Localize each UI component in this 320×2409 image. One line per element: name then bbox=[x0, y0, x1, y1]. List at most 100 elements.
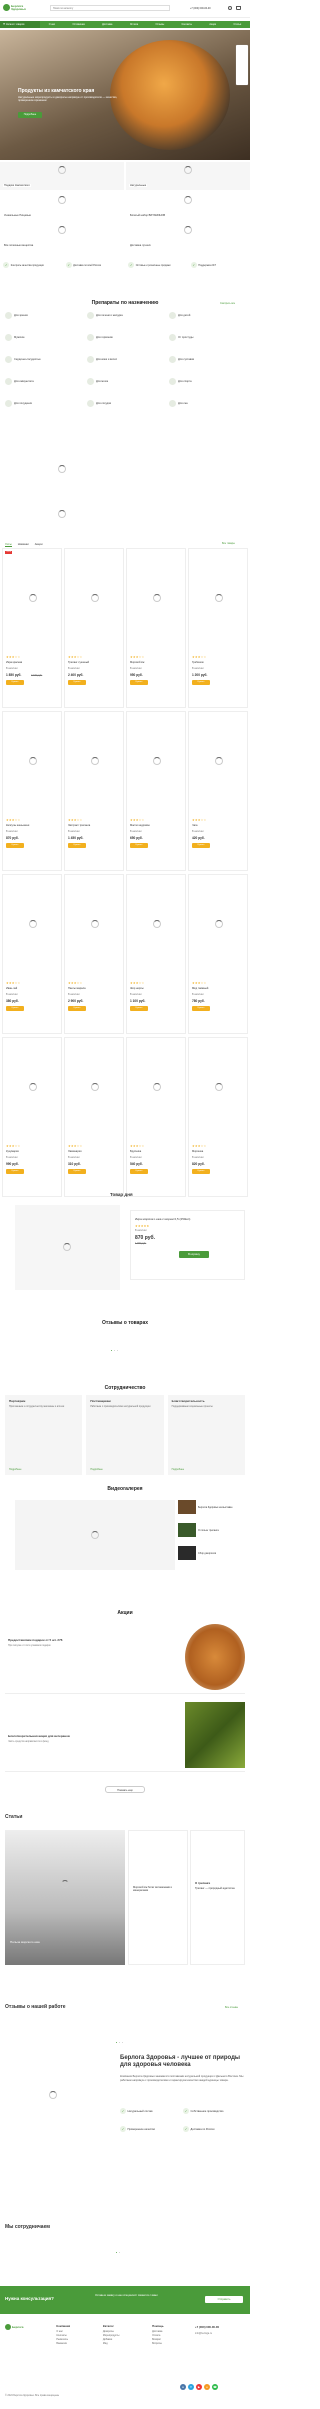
product-card[interactable]: ★★★☆☆ Мёд таёжный В наличии 780 руб. Купить bbox=[188, 874, 248, 1034]
product-name[interactable]: Мёд таёжный bbox=[192, 987, 246, 990]
video-item[interactable]: Берлога Здоровья на выставке bbox=[178, 1500, 243, 1514]
product-name[interactable]: Чага bbox=[192, 824, 246, 827]
day-cart-button[interactable]: В корзину bbox=[179, 1251, 209, 1258]
promo-card[interactable]: Доставка лучших bbox=[126, 222, 250, 250]
tab-sale[interactable]: Акции bbox=[35, 542, 43, 547]
product-card[interactable]: ★★★☆☆ Жир нерпы В наличии 1 100 руб. Купить bbox=[126, 874, 186, 1034]
add-to-cart-button[interactable]: Купить bbox=[68, 1169, 86, 1174]
nav-item[interactable]: Оплата bbox=[130, 23, 138, 26]
product-name[interactable]: Экстракт трепанга bbox=[68, 824, 122, 827]
product-card[interactable]: ★★★☆☆ Морской ёж В наличии 950 руб. Купить bbox=[126, 548, 186, 708]
product-card[interactable]: ★★★☆☆ Чага В наличии 420 руб. Купить bbox=[188, 711, 248, 871]
prep-item[interactable]: От простуды bbox=[169, 334, 193, 341]
video-main[interactable] bbox=[15, 1500, 175, 1570]
add-to-cart-button[interactable]: Купить bbox=[6, 1006, 24, 1011]
article-card[interactable]: Морской ёж богат витаминами и минералами bbox=[128, 1830, 188, 1965]
product-name[interactable]: Иван-чай bbox=[6, 987, 60, 990]
nav-item[interactable]: Контакты bbox=[182, 23, 192, 26]
product-name[interactable]: Гребешок bbox=[192, 661, 246, 664]
prep-item[interactable]: Для спорта bbox=[169, 378, 192, 385]
hero-button[interactable]: Подробнее bbox=[18, 112, 42, 118]
work-reviews-all[interactable]: Все отзывы bbox=[225, 2006, 238, 2009]
add-to-cart-button[interactable]: Купить bbox=[130, 680, 148, 685]
promo-card[interactable]: Подарки Камчатского bbox=[0, 162, 124, 190]
promo-card[interactable]: Все полезные вещества bbox=[0, 222, 124, 250]
user-icon[interactable] bbox=[228, 6, 232, 10]
coop-card-link[interactable]: Подробнее bbox=[172, 1468, 184, 1471]
promo-item[interactable]: Благотворительная акция для ветеранов Час… bbox=[5, 1698, 245, 1772]
prep-item[interactable]: Для сна bbox=[169, 400, 188, 407]
day-product-name[interactable]: Икра морского ежа с морем 0,5 (250мл) bbox=[135, 1217, 235, 1221]
side-widget[interactable] bbox=[236, 45, 248, 85]
product-card[interactable]: ★★★☆☆ Брусника В наличии 540 руб. Купить bbox=[126, 1037, 186, 1197]
footer-logo[interactable]: Берлога bbox=[5, 2324, 23, 2330]
nav-item[interactable]: О нас bbox=[49, 23, 55, 26]
product-card[interactable]: ★★★☆☆ Масло кедровое В наличии 650 руб. Купи… bbox=[126, 711, 186, 871]
search-input[interactable] bbox=[50, 5, 170, 11]
add-to-cart-button[interactable]: Купить bbox=[6, 1169, 24, 1174]
product-name[interactable]: Морской ёж bbox=[130, 661, 184, 664]
consult-button[interactable]: Отправить bbox=[205, 2296, 243, 2303]
prep-item[interactable]: Для иммунитета bbox=[5, 378, 34, 385]
promo-card[interactable]: Богатый набор ВИТАМИНОВ bbox=[126, 192, 250, 220]
footer-link[interactable]: Вопросы bbox=[152, 2342, 164, 2346]
product-name[interactable]: Брусника bbox=[130, 1150, 184, 1153]
product-name[interactable]: Панты марала bbox=[68, 987, 122, 990]
prep-item[interactable]: Для печени и желудка bbox=[87, 312, 123, 319]
add-to-cart-button[interactable]: Купить bbox=[130, 1169, 148, 1174]
product-card[interactable]: ★★★☆☆ Морошка В наличии 820 руб. Купить bbox=[188, 1037, 248, 1197]
prep-item[interactable]: Для сосудов bbox=[87, 400, 111, 407]
whatsapp-icon[interactable]: ☎ bbox=[212, 2384, 218, 2390]
prep-item[interactable]: Сердечно-сосудистые bbox=[5, 356, 41, 363]
prep-item[interactable]: Для гормонов bbox=[87, 334, 113, 341]
nav-item[interactable]: Оптовикам bbox=[72, 23, 84, 26]
product-card[interactable]: ★★★☆☆ Трепанг сушеный В наличии 2 400 руб. К… bbox=[64, 548, 124, 708]
add-to-cart-button[interactable]: Купить bbox=[192, 680, 210, 685]
nav-item[interactable]: Доставка bbox=[102, 23, 112, 26]
add-to-cart-button[interactable]: Купить bbox=[192, 1169, 210, 1174]
prep-item[interactable]: Для суставов bbox=[169, 356, 194, 363]
nav-item[interactable]: Отзывы bbox=[155, 23, 164, 26]
product-card[interactable]: ★★★☆☆ Капсулы женьшеня В наличии 870 руб. Ку… bbox=[2, 711, 62, 871]
vk-icon[interactable]: в bbox=[180, 2384, 186, 2390]
product-card[interactable]: ★★★☆☆ Ламинария В наличии 310 руб. Купить bbox=[64, 1037, 124, 1197]
product-name[interactable]: Капсулы женьшеня bbox=[6, 824, 60, 827]
product-card[interactable]: ★★★☆☆ Кукумария В наличии 990 руб. Купить bbox=[2, 1037, 62, 1197]
product-card[interactable]: ★★★☆☆ Гребешок В наличии 1 200 руб. Купить bbox=[188, 548, 248, 708]
hero-banner[interactable]: Продукты из камчатского края Натуральные… bbox=[0, 30, 250, 183]
catalog-button[interactable]: ☰ Каталог товаров bbox=[0, 21, 40, 28]
youtube-icon[interactable]: ▶ bbox=[196, 2384, 202, 2390]
promo-card[interactable]: Уникальные Пищевые bbox=[0, 192, 124, 220]
promo-item[interactable]: Предоставляем подарок от 5 шт. #76 При по… bbox=[5, 1620, 245, 1694]
product-name[interactable]: Кукумария bbox=[6, 1150, 60, 1153]
coop-card[interactable]: Поставщикам Работаем с производителями на… bbox=[86, 1395, 164, 1475]
footer-email[interactable]: info@berloga.ru bbox=[195, 2332, 212, 2335]
product-name[interactable]: Морошка bbox=[192, 1150, 246, 1153]
phone-text[interactable]: +7 (000) 000-00-00 bbox=[190, 7, 211, 10]
footer-link[interactable]: Вакансии bbox=[56, 2342, 70, 2346]
cart-icon[interactable] bbox=[236, 6, 241, 10]
product-name[interactable]: Икра красная bbox=[6, 661, 60, 664]
add-to-cart-button[interactable]: Купить bbox=[68, 680, 86, 685]
all-products-link[interactable]: Все товары bbox=[222, 542, 235, 545]
tab-new[interactable]: Новинки bbox=[18, 542, 29, 547]
add-to-cart-button[interactable]: Купить bbox=[68, 843, 86, 848]
coop-card-link[interactable]: Подробнее bbox=[90, 1468, 102, 1471]
telegram-icon[interactable]: ✈ bbox=[188, 2384, 194, 2390]
add-to-cart-button[interactable]: Купить bbox=[192, 843, 210, 848]
coop-card[interactable]: Благотворительность Поддерживаем социальн… bbox=[167, 1395, 245, 1475]
footer-phone[interactable]: +7 (000) 000-00-00 bbox=[195, 2325, 219, 2329]
nav-item[interactable]: Статьи bbox=[233, 23, 241, 26]
product-name[interactable]: Жир нерпы bbox=[130, 987, 184, 990]
product-name[interactable]: Трепанг сушеный bbox=[68, 661, 122, 664]
promo-more-button[interactable]: Показать ещё bbox=[105, 1786, 145, 1793]
ok-icon[interactable]: о bbox=[204, 2384, 210, 2390]
product-card[interactable]: -12% ★★★☆☆ Икра красная В наличии 1 850 руб.… bbox=[2, 548, 62, 708]
prep-item[interactable]: Для похудения bbox=[5, 400, 32, 407]
add-to-cart-button[interactable]: Купить bbox=[68, 1006, 86, 1011]
video-item[interactable]: О пользе трепанга bbox=[178, 1523, 243, 1537]
add-to-cart-button[interactable]: Купить bbox=[6, 843, 24, 848]
add-to-cart-button[interactable]: Купить bbox=[130, 1006, 148, 1011]
product-card[interactable]: ★★★☆☆ Панты марала В наличии 2 900 руб. Купи… bbox=[64, 874, 124, 1034]
promo-card[interactable]: Натуральные bbox=[126, 162, 250, 190]
